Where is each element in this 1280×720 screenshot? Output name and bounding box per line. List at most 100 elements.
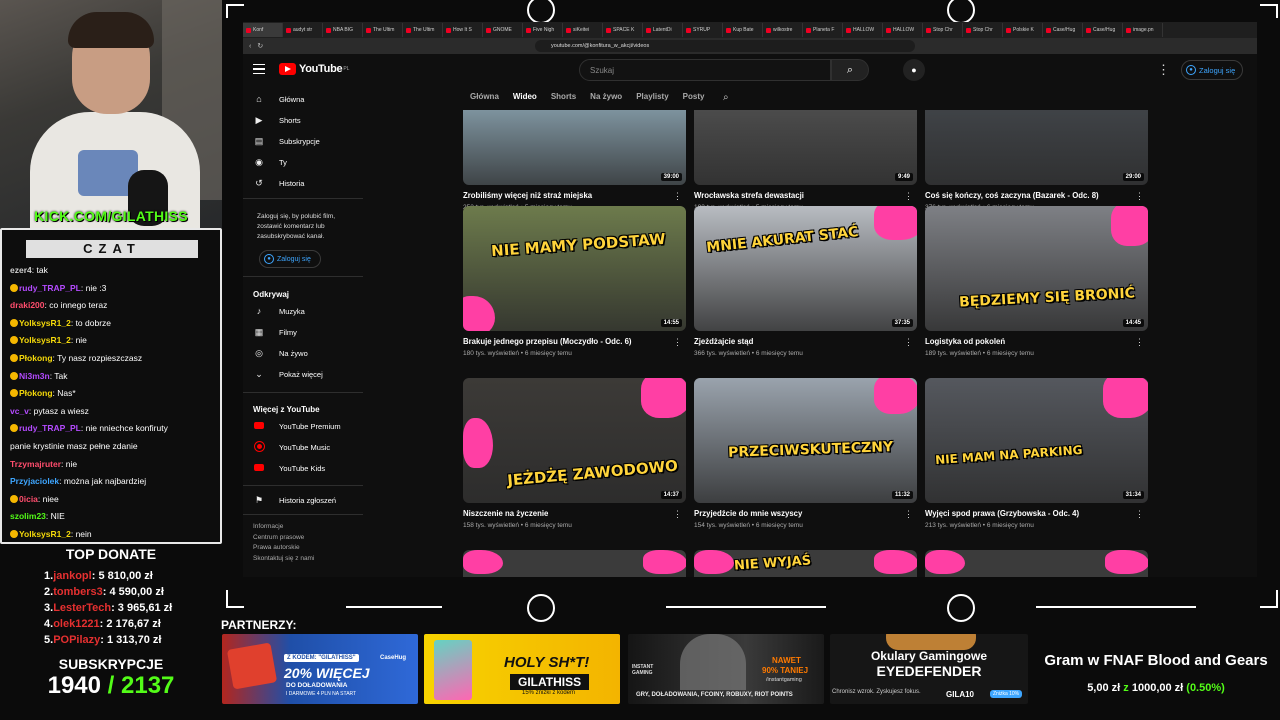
- sidebar-item-subskrypcje[interactable]: ▤ Subskrypcje: [243, 132, 365, 150]
- video-thumbnail[interactable]: 29:00: [925, 110, 1148, 185]
- browser-tab[interactable]: image.pn: [1123, 23, 1163, 37]
- footer-link[interactable]: Prawa autorskie: [253, 543, 314, 554]
- video-menu-icon[interactable]: ⋮: [1135, 509, 1144, 520]
- browser-tab[interactable]: Case/Hug: [1083, 23, 1123, 37]
- browser-tab[interactable]: wilkostre: [763, 23, 803, 37]
- video-card[interactable]: NIE MAM NA PARKING 31:34 Wyjęci spod prawa…: [925, 378, 1148, 550]
- url-field[interactable]: youtube.com/@konfitura_w_akcji/videos: [535, 40, 915, 52]
- video-title[interactable]: Zrobiliśmy więcej niż straż miejska: [463, 191, 673, 200]
- tab-posty[interactable]: Posty: [683, 92, 705, 112]
- menu-icon[interactable]: [253, 64, 265, 74]
- browser-tab[interactable]: Case/Hug: [1043, 23, 1083, 37]
- voice-search-button[interactable]: ●: [903, 59, 925, 81]
- video-thumbnail-partial[interactable]: NIE WYJAŚ: [694, 550, 917, 577]
- sidebar-item-youtube-premium[interactable]: YouTube Premium: [243, 417, 365, 435]
- sidebar-item-gwna[interactable]: ⌂ Główna: [243, 90, 365, 108]
- video-thumbnail[interactable]: PRZECIWSKUTECZNY 11:32: [694, 378, 917, 503]
- browser-tab[interactable]: LatentDi: [643, 23, 683, 37]
- sidebar-item-shorts[interactable]: ▶ Shorts: [243, 111, 365, 129]
- video-menu-icon[interactable]: ⋮: [673, 509, 682, 520]
- ad-eyedefender[interactable]: Okulary Gamingowe EYEDEFENDER Chronisz w…: [830, 634, 1028, 704]
- browser-tab[interactable]: HALLOW: [843, 23, 883, 37]
- tab-wideo[interactable]: Wideo: [512, 92, 537, 112]
- video-menu-icon[interactable]: ⋮: [1135, 191, 1144, 202]
- video-title[interactable]: Wrocławska strefa dewastacji: [694, 191, 904, 200]
- sidebar-item-live[interactable]: ◎ Na żywo: [243, 344, 365, 362]
- channel-search-icon[interactable]: ⌕: [723, 92, 729, 103]
- sidebar-item-ty[interactable]: ◉ Ty: [243, 153, 365, 171]
- video-thumbnail[interactable]: NIE MAMY PODSTAW 14:55: [463, 206, 686, 331]
- browser-tab[interactable]: GNOME: [483, 23, 523, 37]
- sidebar-item-youtube-kids[interactable]: YouTube Kids: [243, 459, 365, 477]
- video-title[interactable]: Coś się kończy, coś zaczyna (Bazarek - O…: [925, 191, 1135, 200]
- video-title[interactable]: Logistyka od pokoleń: [925, 337, 1135, 346]
- ad-instant-gaming[interactable]: INSTANT GAMING NAWET 90% TANIEJ /instant…: [628, 634, 824, 704]
- browser-tab[interactable]: siKeitei: [563, 23, 603, 37]
- video-thumbnail[interactable]: 39:00: [463, 110, 686, 185]
- video-thumbnail[interactable]: JEŻDŻĘ ZAWODOWO 14:37: [463, 378, 686, 503]
- browser-tab[interactable]: Polskie K: [1003, 23, 1043, 37]
- chat-text: nie: [75, 335, 87, 346]
- search-button[interactable]: ⌕: [831, 59, 869, 81]
- video-title[interactable]: Niszczenie na życzenie: [463, 509, 673, 518]
- video-card[interactable]: PRZECIWSKUTECZNY 11:32 Przyjedźcie do mnie…: [694, 378, 917, 550]
- more-options-icon[interactable]: ⋮: [1157, 62, 1170, 78]
- video-menu-icon[interactable]: ⋮: [673, 337, 682, 348]
- video-menu-icon[interactable]: ⋮: [904, 337, 913, 348]
- ad-holy[interactable]: HOLY SH*T! GILATHISS 15% zniżki z kodem: [424, 634, 620, 704]
- back-icon[interactable]: ‹: [249, 43, 251, 50]
- video-card[interactable]: JEŻDŻĘ ZAWODOWO 14:37 Niszczenie na życzen…: [463, 378, 686, 550]
- video-thumbnail-partial[interactable]: [463, 550, 686, 577]
- sidebar-item-film[interactable]: ▦ Filmy: [243, 323, 365, 341]
- video-menu-icon[interactable]: ⋮: [904, 509, 913, 520]
- video-thumbnail[interactable]: BĘDZIEMY SIĘ BRONIĆ 14:45: [925, 206, 1148, 331]
- video-menu-icon[interactable]: ⋮: [904, 191, 913, 202]
- browser-tab[interactable]: Planeta F: [803, 23, 843, 37]
- sidebar-item-historia[interactable]: ↺ Historia: [243, 174, 365, 192]
- browser-tab[interactable]: The Ultim: [363, 23, 403, 37]
- reload-icon[interactable]: ↻: [257, 42, 263, 50]
- browser-tab[interactable]: Stop Chr: [963, 23, 1003, 37]
- signin-button[interactable]: ● Zaloguj się: [1181, 60, 1243, 80]
- browser-tab[interactable]: Kup Bate: [723, 23, 763, 37]
- video-card[interactable]: MNIE AKURAT STAĆ 37:35 Zjeżdżajcie stąd 366…: [694, 206, 917, 378]
- video-card[interactable]: NIE MAMY PODSTAW 14:55 Brakuje jednego prz…: [463, 206, 686, 378]
- browser-tab[interactable]: The Ultim: [403, 23, 443, 37]
- footer-link[interactable]: Informacje: [253, 522, 314, 533]
- youtube-logo[interactable]: YouTube PL: [279, 63, 349, 75]
- sidebar-item-chevron-down[interactable]: ⌄ Pokaż więcej: [243, 365, 365, 383]
- video-thumbnail[interactable]: MNIE AKURAT STAĆ 37:35: [694, 206, 917, 331]
- browser-tab[interactable]: Stop Chr: [923, 23, 963, 37]
- browser-tab[interactable]: NBA BIG: [323, 23, 363, 37]
- tab-playlisty[interactable]: Playlisty: [636, 92, 668, 112]
- browser-tab[interactable]: SPACE K: [603, 23, 643, 37]
- video-menu-icon[interactable]: ⋮: [1135, 337, 1144, 348]
- video-title[interactable]: Brakuje jednego przepisu (Moczydło - Odc…: [463, 337, 673, 346]
- tab-naywo[interactable]: Na żywo: [590, 92, 622, 112]
- video-menu-icon[interactable]: ⋮: [673, 191, 682, 202]
- video-card[interactable]: BĘDZIEMY SIĘ BRONIĆ 14:45 Logistyka od pok…: [925, 206, 1148, 378]
- video-thumbnail-partial[interactable]: [925, 550, 1148, 577]
- sidebar-signin-button[interactable]: ● Zaloguj się: [259, 250, 321, 268]
- browser-tab[interactable]: SYRUP: [683, 23, 723, 37]
- video-title[interactable]: Przyjedźcie do mnie wszyscy: [694, 509, 904, 518]
- browser-tab[interactable]: Five Nigh: [523, 23, 563, 37]
- sidebar-item-music[interactable]: ♪ Muzyka: [243, 302, 365, 320]
- browser-tab[interactable]: HALLOW: [883, 23, 923, 37]
- footer-link[interactable]: Skontaktuj się z nami: [253, 554, 314, 565]
- video-thumbnail[interactable]: NIE MAM NA PARKING 31:34: [925, 378, 1148, 503]
- browser-tab[interactable]: Konf: [243, 23, 283, 37]
- video-title[interactable]: Wyjęci spod prawa (Grzybowska - Odc. 4): [925, 509, 1135, 518]
- chat-text: Tak: [54, 370, 68, 381]
- ad-casehug[interactable]: Z KODEM: "GILATHISS" 20% WIĘCEJ DO DOŁAD…: [222, 634, 418, 704]
- tab-shorts[interactable]: Shorts: [551, 92, 576, 112]
- search-input[interactable]: Szukaj: [579, 59, 831, 81]
- footer-link[interactable]: Centrum prasowe: [253, 533, 314, 544]
- video-thumbnail[interactable]: 9:49: [694, 110, 917, 185]
- tab-gwna[interactable]: Główna: [470, 92, 499, 112]
- sidebar-item-youtube-music[interactable]: YouTube Music: [243, 438, 365, 456]
- sidebar-item-report-history[interactable]: ⚑ Historia zgłoszeń: [243, 491, 365, 509]
- browser-tab[interactable]: audyt str: [283, 23, 323, 37]
- browser-tab[interactable]: How It S: [443, 23, 483, 37]
- video-title[interactable]: Zjeżdżajcie stąd: [694, 337, 904, 346]
